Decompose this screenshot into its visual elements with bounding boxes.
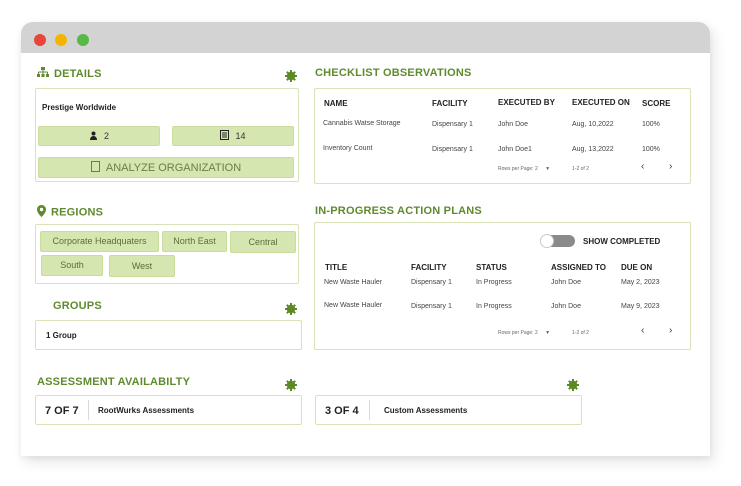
- table-cell: Dispensary 1: [432, 146, 473, 153]
- assessment-label: RootWurks Assessments: [98, 406, 195, 415]
- table-cell: Dispensary 1: [432, 121, 473, 128]
- table-cell: Aug, 10,2022: [572, 121, 614, 128]
- app-window: DETAILS Prestige Worldwide 2 14 ANALYZE …: [21, 22, 710, 456]
- assessment-count: 7 OF 7: [45, 405, 79, 417]
- details-heading-label: DETAILS: [54, 67, 102, 80]
- column-header[interactable]: FACILITY: [432, 99, 468, 108]
- chevron-right-icon[interactable]: ›: [669, 325, 672, 336]
- table-cell: Dispensary 1: [411, 303, 452, 310]
- caret-down-icon: ▼: [545, 166, 551, 172]
- pagination-range: 1-2 of 2: [572, 166, 589, 172]
- groups-heading: GROUPS: [53, 300, 102, 312]
- region-pill[interactable]: West: [109, 255, 175, 277]
- gear-icon[interactable]: [285, 379, 297, 391]
- users-count-button[interactable]: 2: [38, 126, 160, 146]
- column-header[interactable]: STATUS: [476, 263, 507, 272]
- user-icon: [89, 131, 98, 142]
- column-header[interactable]: NAME: [324, 99, 348, 108]
- checklist-table-card: NAME FACILITY EXECUTED BY EXECUTED ON SC…: [314, 88, 691, 184]
- region-pill[interactable]: North East: [162, 231, 227, 252]
- assessment-card[interactable]: 3 OF 4 Custom Assessments: [315, 395, 582, 425]
- table-cell: New Waste Hauler: [324, 302, 383, 309]
- documents-count: 14: [235, 131, 246, 141]
- regions-heading-label: REGIONS: [51, 206, 104, 219]
- action-plans-card: SHOW COMPLETED TITLE FACILITY STATUS ASS…: [314, 222, 691, 350]
- map-pin-icon: [37, 205, 46, 220]
- show-completed-toggle[interactable]: [540, 234, 575, 248]
- column-header[interactable]: EXECUTED BY: [498, 98, 555, 107]
- action-plans-heading: IN-PROGRESS ACTION PLANS: [315, 205, 482, 217]
- details-heading: DETAILS: [37, 67, 102, 81]
- table-cell: Cannabis Watse Storage: [323, 120, 401, 127]
- table-cell: Dispensary 1: [411, 279, 452, 286]
- rows-per-page-label: Rows per Page: 2: [498, 330, 538, 336]
- sitemap-icon: [37, 67, 49, 81]
- gear-icon[interactable]: [285, 303, 297, 315]
- gear-icon[interactable]: [567, 379, 579, 391]
- regions-heading: REGIONS: [37, 205, 103, 220]
- column-header[interactable]: TITLE: [325, 263, 347, 272]
- users-count: 2: [103, 131, 109, 141]
- rows-per-page-select[interactable]: Rows per Page: 2 ▼: [498, 330, 550, 336]
- table-cell: In Progress: [476, 279, 512, 286]
- table-cell: New Waste Hauler: [324, 279, 383, 286]
- maximize-window-button[interactable]: [77, 34, 89, 46]
- region-pill[interactable]: Corporate Headquaters: [40, 231, 159, 252]
- column-header[interactable]: SCORE: [642, 99, 670, 108]
- table-cell: Aug, 13,2022: [572, 146, 614, 153]
- table-cell: In Progress: [476, 303, 512, 310]
- table-cell: John Doe: [551, 279, 581, 286]
- show-completed-label: SHOW COMPLETED: [583, 237, 661, 246]
- analyze-organization-label: ANALYZE ORGANIZATION: [105, 161, 242, 174]
- document-icon: [220, 130, 230, 142]
- chevron-left-icon[interactable]: ‹: [641, 161, 644, 172]
- square-icon: [90, 160, 100, 175]
- groups-value: 1 Group: [46, 331, 77, 340]
- assessment-label: Custom Assessments: [384, 406, 468, 415]
- checklist-heading: CHECKLIST OBSERVATIONS: [315, 67, 472, 79]
- table-cell: John Doe: [551, 303, 581, 310]
- analyze-organization-button[interactable]: ANALYZE ORGANIZATION: [38, 157, 294, 178]
- toggle-knob: [540, 234, 554, 248]
- rows-per-page-select[interactable]: Rows per Page: 2 ▼: [498, 166, 550, 172]
- assessment-card[interactable]: 7 OF 7 RootWurks Assessments: [35, 395, 302, 425]
- table-cell: 100%: [642, 146, 660, 153]
- region-pill[interactable]: South: [41, 255, 103, 276]
- table-cell: May 9, 2023: [621, 303, 660, 310]
- close-window-button[interactable]: [34, 34, 46, 46]
- column-header[interactable]: EXECUTED ON: [572, 98, 630, 107]
- table-cell: Inventory Count: [323, 145, 373, 152]
- column-header[interactable]: ASSIGNED TO: [551, 263, 606, 272]
- divider: [369, 400, 370, 420]
- groups-card: 1 Group: [35, 320, 302, 350]
- assessment-count: 3 OF 4: [325, 405, 359, 417]
- pagination-range: 1-2 of 2: [572, 330, 589, 336]
- assessment-heading: ASSESSMENT AVAILABILTY: [37, 376, 191, 388]
- org-name: Prestige Worldwide: [42, 103, 117, 112]
- regions-card: Corporate Headquaters North East Central…: [35, 224, 299, 284]
- minimize-window-button[interactable]: [55, 34, 67, 46]
- table-cell: John Doe: [498, 121, 528, 128]
- table-cell: 100%: [642, 121, 660, 128]
- column-header[interactable]: FACILITY: [411, 263, 447, 272]
- documents-count-button[interactable]: 14: [172, 126, 294, 146]
- gear-icon[interactable]: [285, 70, 297, 82]
- caret-down-icon: ▼: [545, 330, 551, 336]
- details-card: Prestige Worldwide 2 14 ANALYZE ORGANIZA…: [35, 88, 299, 182]
- rows-per-page-label: Rows per Page: 2: [498, 166, 538, 172]
- divider: [88, 400, 89, 420]
- column-header[interactable]: DUE ON: [621, 263, 652, 272]
- table-cell: May 2, 2023: [621, 279, 660, 286]
- chevron-left-icon[interactable]: ‹: [641, 325, 644, 336]
- chevron-right-icon[interactable]: ›: [669, 161, 672, 172]
- title-bar: [21, 22, 710, 53]
- region-pill[interactable]: Central: [230, 231, 296, 253]
- table-cell: John Doe1: [498, 146, 532, 153]
